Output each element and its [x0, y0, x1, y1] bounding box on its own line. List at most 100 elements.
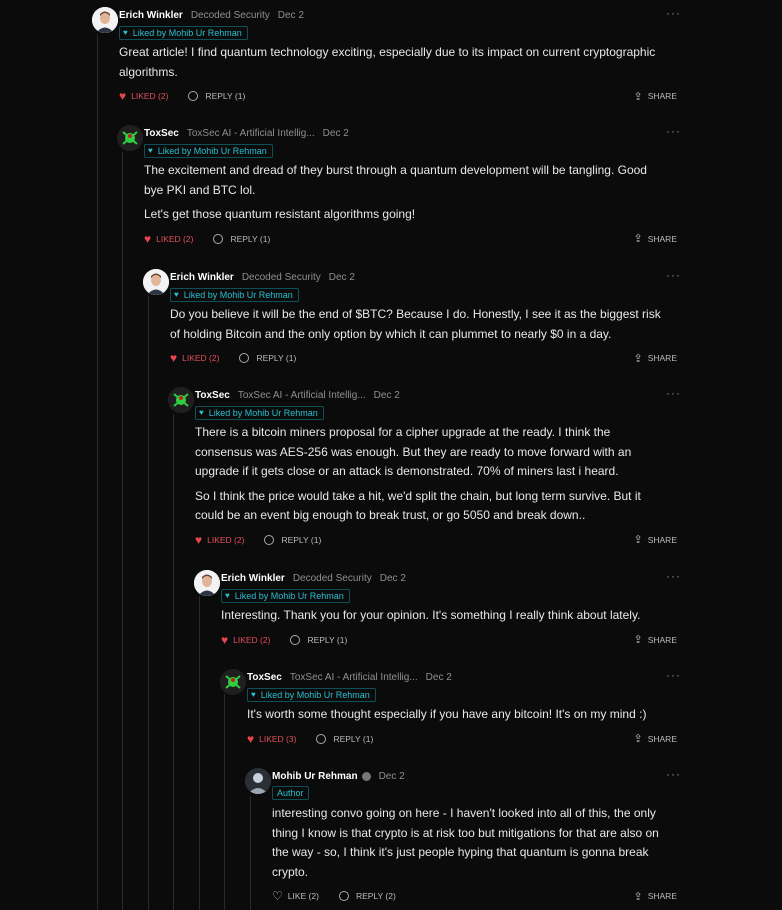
more-options-icon[interactable]: ··· [666, 569, 681, 583]
like-button[interactable]: ♡ LIKE (2) [272, 889, 319, 903]
comment-date[interactable]: Dec 2 [380, 573, 406, 584]
comment-text: There is a bitcoin miners proposal for a… [195, 425, 632, 478]
like-button[interactable]: ♥ LIKED (2) [144, 232, 193, 246]
thread-line [199, 596, 200, 910]
comment-text: It's worth some thought especially if yo… [247, 707, 647, 721]
publication-name[interactable]: Decoded Security [293, 573, 372, 584]
author-name[interactable]: Mohib Ur Rehman [272, 771, 358, 782]
comment-meta: Mohib Ur Rehman Dec 2 [272, 769, 667, 783]
avatar[interactable] [168, 387, 194, 413]
avatar[interactable] [220, 669, 246, 695]
share-button[interactable]: ⇪ SHARE [633, 352, 677, 365]
comment-text: interesting convo going on here - I have… [272, 806, 659, 879]
liked-by-badge: ♥ Liked by Mohib Ur Rehman [144, 143, 273, 158]
share-button[interactable]: ⇪ SHARE [633, 732, 677, 745]
reply-button[interactable]: REPLY (1) [188, 91, 245, 101]
publication-name[interactable]: ToxSec AI - Artificial Intellig... [187, 128, 315, 139]
author-name[interactable]: Erich Winkler [119, 10, 183, 21]
heart-icon: ♥ [247, 731, 255, 746]
avatar[interactable] [143, 269, 169, 295]
liked-by-badge: ♥ Liked by Mohib Ur Rehman [119, 25, 248, 40]
comment-text: Let's get those quantum resistant algori… [144, 207, 416, 221]
like-button[interactable]: ♥ LIKED (3) [247, 732, 296, 746]
reply-icon [239, 353, 250, 363]
comment-meta: Erich Winkler Decoded Security Dec 2 [221, 571, 667, 585]
author-name[interactable]: ToxSec [247, 672, 282, 683]
share-button[interactable]: ⇪ SHARE [633, 890, 677, 903]
like-button[interactable]: ♥ LIKED (2) [221, 633, 270, 647]
share-label: SHARE [647, 353, 677, 363]
avatar[interactable] [245, 768, 271, 794]
liked-by-badge: ♥ Liked by Mohib Ur Rehman [247, 687, 376, 702]
liked-by-label: Liked by Mohib Ur Rehman [157, 145, 267, 156]
comment-text: Interesting. Thank you for your opinion.… [221, 608, 641, 622]
share-icon: ⇪ [633, 233, 643, 245]
comment-text: Do you believe it will be the end of $BT… [170, 307, 661, 341]
liked-by-badge: ♥ Liked by Mohib Ur Rehman [221, 588, 350, 603]
reply-button[interactable]: REPLY (1) [213, 233, 270, 244]
thread-line [224, 694, 225, 910]
heart-icon: ♥ [119, 89, 127, 103]
reply-button[interactable]: REPLY (1) [239, 353, 296, 363]
reply-button[interactable]: REPLY (1) [316, 733, 374, 744]
comment-date[interactable]: Dec 2 [379, 771, 405, 782]
reply-button[interactable]: REPLY (2) [338, 891, 396, 901]
more-options-icon[interactable]: ··· [666, 668, 681, 682]
share-icon: ⇪ [633, 733, 643, 745]
comment: Mohib Ur Rehman Dec 2 ··· Author interes… [245, 767, 680, 903]
avatar[interactable] [92, 7, 118, 33]
avatar[interactable] [117, 125, 143, 151]
author-badge: Author [272, 786, 309, 800]
share-button[interactable]: ⇪ SHARE [633, 533, 677, 546]
comment-date[interactable]: Dec 2 [278, 10, 304, 21]
share-button[interactable]: ⇪ SHARE [633, 633, 677, 646]
more-options-icon[interactable]: ··· [666, 268, 681, 282]
reply-button[interactable]: REPLY (1) [290, 634, 347, 645]
more-options-icon[interactable]: ··· [666, 767, 681, 781]
author-name[interactable]: Erich Winkler [170, 272, 234, 283]
share-label: SHARE [647, 634, 677, 645]
reply-icon [338, 891, 349, 901]
like-button[interactable]: ♥ LIKED (2) [195, 533, 244, 547]
reply-icon [264, 534, 275, 545]
publication-name[interactable]: Decoded Security [191, 10, 270, 21]
share-icon: ⇪ [633, 352, 643, 365]
avatar[interactable] [194, 570, 220, 596]
author-name[interactable]: ToxSec [195, 390, 230, 401]
publication-name[interactable]: Decoded Security [242, 272, 321, 283]
reply-icon [316, 733, 327, 744]
like-button[interactable]: ♥ LIKED (2) [119, 89, 168, 103]
like-button[interactable]: ♥ LIKED (2) [170, 351, 219, 365]
comment-date[interactable]: Dec 2 [426, 672, 452, 683]
reply-label: REPLY (1) [333, 733, 374, 744]
publication-name[interactable]: ToxSec AI - Artificial Intellig... [238, 390, 366, 401]
share-button[interactable]: ⇪ SHARE [633, 232, 677, 245]
comment-body: Great article! I find quantum technology… [119, 43, 667, 82]
comment-meta: Erich Winkler Decoded Security Dec 2 [119, 8, 667, 22]
comment-meta: ToxSec ToxSec AI - Artificial Intellig..… [247, 670, 667, 684]
thread-line [250, 796, 251, 910]
share-icon: ⇪ [633, 534, 643, 546]
heart-icon: ♥ [195, 532, 203, 547]
comment: ToxSec ToxSec AI - Artificial Intellig..… [220, 668, 680, 746]
publication-name[interactable]: ToxSec AI - Artificial Intellig... [290, 672, 418, 683]
comment-actions: ♥ LIKED (2) REPLY (1) ⇪ SHARE [170, 351, 677, 365]
share-label: SHARE [647, 233, 677, 244]
like-label: LIKED (2) [156, 233, 194, 244]
comment-body: There is a bitcoin miners proposal for a… [195, 423, 667, 526]
more-options-icon[interactable]: ··· [666, 124, 681, 138]
reply-button[interactable]: REPLY (1) [264, 534, 321, 545]
author-name[interactable]: ToxSec [144, 128, 179, 139]
comment-body: interesting convo going on here - I have… [272, 804, 667, 882]
more-options-icon[interactable]: ··· [666, 386, 681, 400]
more-options-icon[interactable]: ··· [666, 6, 681, 20]
heart-icon: ♥ [174, 290, 179, 299]
comment-date[interactable]: Dec 2 [323, 128, 349, 139]
comment-meta: ToxSec ToxSec AI - Artificial Intellig..… [195, 388, 667, 402]
share-button[interactable]: ⇪ SHARE [633, 90, 677, 103]
thread-line [122, 152, 123, 910]
reply-icon [213, 233, 224, 244]
comment-date[interactable]: Dec 2 [329, 272, 355, 283]
author-name[interactable]: Erich Winkler [221, 573, 285, 584]
comment-date[interactable]: Dec 2 [374, 390, 400, 401]
